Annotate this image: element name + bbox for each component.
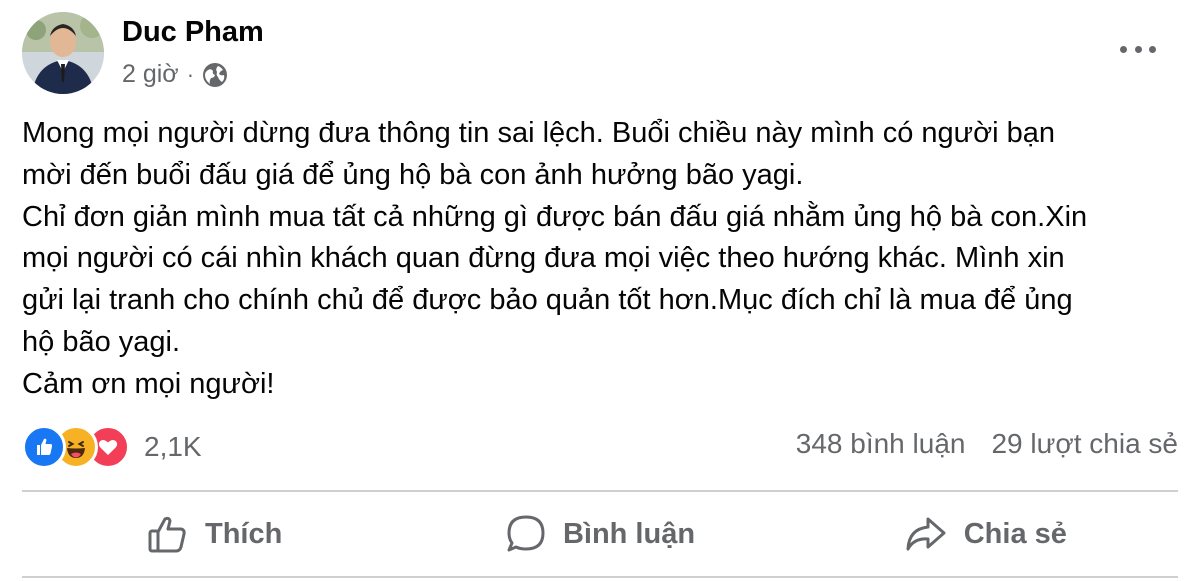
globe-icon[interactable] xyxy=(202,62,228,88)
meta-separator: · xyxy=(186,61,195,87)
post-text-line: gửi lại tranh cho chính chủ để được bảo … xyxy=(22,284,1073,317)
comment-button[interactable]: Bình luận xyxy=(407,492,792,576)
more-options-icon[interactable] xyxy=(1120,34,1156,64)
share-label: Chia sẻ xyxy=(963,517,1067,550)
comment-count-link[interactable]: 348 bình luận xyxy=(796,428,966,460)
reactions-summary[interactable]: 2,1K xyxy=(22,425,202,469)
engagement-stats: 348 bình luận 29 lượt chia sẻ xyxy=(796,428,1178,460)
post-time[interactable]: 2 giờ xyxy=(122,60,179,89)
like-reaction-icon xyxy=(22,425,66,469)
like-button[interactable]: Thích xyxy=(22,492,407,576)
like-label: Thích xyxy=(204,517,283,550)
post-text-line: Mong mọi người dừng đưa thông tin sai lệ… xyxy=(22,117,1055,149)
post-text-line: mời đến buổi đấu giá để ủng hộ bà con ản… xyxy=(22,158,804,191)
post-text-line: Cảm ơn mọi người! xyxy=(22,367,275,400)
post-text-line: Chỉ đơn giản mình mua tất cả những gì đư… xyxy=(22,200,1088,233)
action-bar: Thích Bình luận Chia sẻ xyxy=(22,492,1178,576)
comment-label: Bình luận xyxy=(562,517,696,550)
divider xyxy=(22,576,1178,578)
post-text-line: mọi người có cái nhìn khách quan đừng đư… xyxy=(22,242,1065,275)
share-count-link[interactable]: 29 lượt chia sẻ xyxy=(991,428,1178,460)
thumbs-up-icon xyxy=(147,513,189,555)
facebook-post: Duc Pham 2 giờ · Mong mọi người dừng đưa… xyxy=(0,0,1200,581)
share-arrow-icon xyxy=(904,513,948,555)
comment-bubble-icon xyxy=(505,513,547,555)
post-content: Mong mọi người dừng đưa thông tin sai lệ… xyxy=(22,113,1182,406)
reaction-count: 2,1K xyxy=(144,431,202,462)
author-avatar[interactable] xyxy=(22,12,104,94)
author-name[interactable]: Duc Pham xyxy=(122,16,264,49)
post-text-line: hộ bão yagi. xyxy=(22,325,181,358)
share-button[interactable]: Chia sẻ xyxy=(793,492,1178,576)
post-meta: 2 giờ · xyxy=(122,60,228,89)
